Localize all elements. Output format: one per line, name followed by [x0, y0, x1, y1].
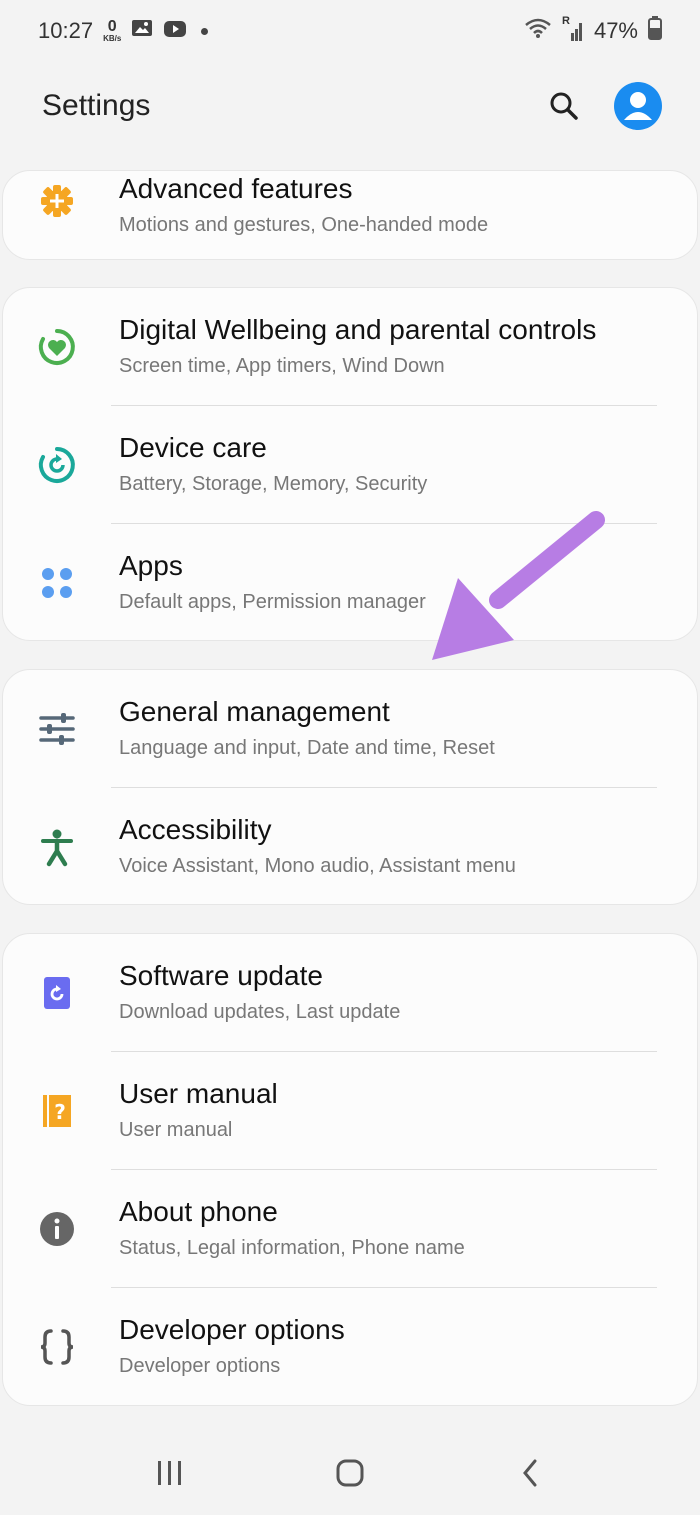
settings-item-label: Developer options	[119, 1314, 345, 1345]
settings-item-label: General management	[119, 696, 390, 727]
settings-item-subtitle: User manual	[119, 1119, 233, 1141]
search-button[interactable]	[542, 84, 586, 128]
status-time: 10:27	[38, 18, 94, 43]
settings-item-advanced-features[interactable]: Advanced features Motions and gestures, …	[3, 171, 697, 259]
settings-item-digital-wellbeing[interactable]: Digital Wellbeing and parental controls …	[3, 288, 697, 406]
update-icon	[33, 969, 81, 1017]
settings-item-subtitle: Screen time, App timers, Wind Down	[119, 355, 445, 377]
gallery-notification-icon	[131, 18, 153, 44]
four-dots-icon	[33, 559, 81, 607]
settings-item-subtitle: Voice Assistant, Mono audio, Assistant m…	[119, 855, 516, 877]
settings-item-subtitle: Motions and gestures, One-handed mode	[119, 214, 489, 236]
recents-icon	[158, 1460, 181, 1485]
home-button[interactable]	[320, 1443, 380, 1503]
settings-item-subtitle: Developer options	[119, 1355, 281, 1377]
question-book-icon: ?	[33, 1087, 81, 1135]
settings-item-subtitle: Status, Legal information, Phone name	[119, 1237, 465, 1259]
settings-item-subtitle: Battery, Storage, Memory, Security	[119, 473, 428, 495]
account-icon	[624, 92, 652, 120]
settings-item-label: Software update	[119, 960, 323, 991]
battery-icon	[648, 16, 662, 46]
net-speed: 0 KB/s	[103, 19, 121, 43]
app-bar: Settings	[0, 62, 700, 150]
settings-item-label: Apps	[119, 550, 183, 581]
more-notifications-dot	[201, 27, 209, 35]
settings-item-label: Advanced features	[119, 173, 353, 204]
settings-item-label: Device care	[119, 432, 267, 463]
settings-item-subtitle: Language and input, Date and time, Reset	[119, 737, 495, 759]
recent-apps-button[interactable]	[140, 1443, 200, 1503]
settings-item-label: Digital Wellbeing and parental controls	[119, 314, 597, 345]
settings-group-about: Software update Download updates, Last u…	[2, 933, 698, 1406]
braces-icon	[33, 1323, 81, 1371]
info-icon	[33, 1205, 81, 1253]
settings-item-device-care[interactable]: Device care Battery, Storage, Memory, Se…	[3, 406, 697, 524]
settings-item-user-manual[interactable]: ? User manual User manual	[3, 1052, 697, 1170]
settings-item-general-management[interactable]: General management Language and input, D…	[3, 670, 697, 788]
heart-ring-icon	[33, 323, 81, 371]
settings-item-label: User manual	[119, 1078, 278, 1109]
net-speed-unit: KB/s	[103, 34, 122, 43]
settings-item-label: About phone	[119, 1196, 278, 1227]
status-bar: 10:27 0 KB/s R 47%	[0, 0, 700, 62]
settings-item-about-phone[interactable]: About phone Status, Legal information, P…	[3, 1170, 697, 1288]
net-speed-value: 0	[107, 18, 117, 35]
signal-icon: R	[562, 15, 584, 43]
sliders-icon	[33, 705, 81, 753]
settings-item-label: Accessibility	[119, 814, 272, 845]
settings-group-general: General management Language and input, D…	[2, 669, 698, 905]
settings-item-apps[interactable]: Apps Default apps, Permission manager	[3, 524, 697, 642]
settings-group-wellbeing: Digital Wellbeing and parental controls …	[2, 287, 698, 641]
settings-item-software-update[interactable]: Software update Download updates, Last u…	[3, 934, 697, 1052]
search-icon	[550, 92, 578, 120]
account-avatar-button[interactable]	[614, 82, 662, 130]
battery-percent: 47%	[593, 18, 638, 43]
home-icon	[336, 1459, 364, 1486]
back-button[interactable]	[500, 1443, 560, 1503]
navigation-bar	[0, 1430, 700, 1515]
back-icon	[523, 1459, 537, 1486]
youtube-notification-icon	[163, 18, 187, 44]
refresh-ring-icon	[33, 441, 81, 489]
plus-gear-icon	[33, 177, 81, 225]
settings-item-developer-options[interactable]: Developer options Developer options	[3, 1288, 697, 1406]
svg-text:?: ?	[54, 1100, 66, 1124]
settings-item-subtitle: Download updates, Last update	[119, 1001, 401, 1023]
wifi-icon	[524, 17, 552, 45]
settings-item-accessibility[interactable]: Accessibility Voice Assistant, Mono audi…	[3, 788, 697, 906]
settings-group-advanced: Advanced features Motions and gestures, …	[2, 170, 698, 260]
page-title: Settings	[42, 89, 151, 122]
accessibility-person-icon	[33, 823, 81, 871]
settings-item-subtitle: Default apps, Permission manager	[119, 591, 426, 613]
